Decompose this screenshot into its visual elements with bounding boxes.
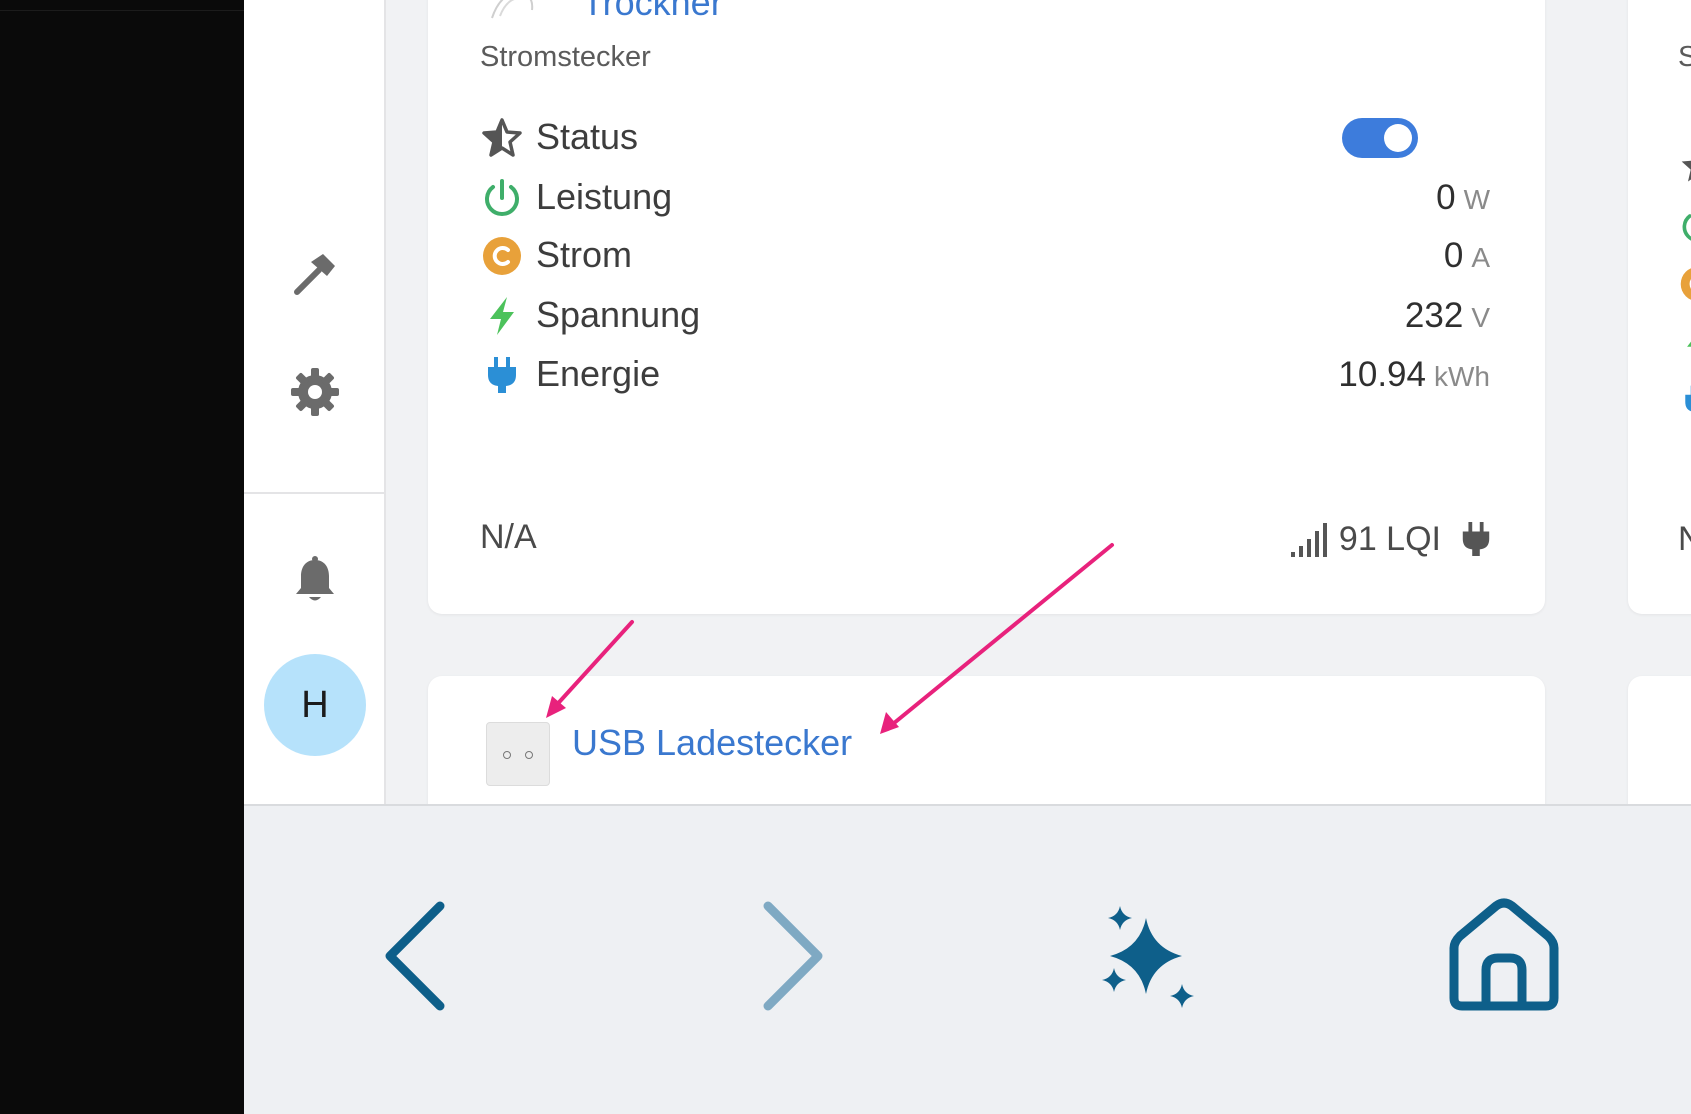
- current-c-icon: [1678, 264, 1691, 304]
- forward-button[interactable]: [718, 886, 858, 1026]
- strom-row: Strom 0A: [480, 228, 1490, 284]
- leistung-label: Leistung: [536, 176, 673, 217]
- left-black-border: [0, 0, 244, 1114]
- power-source-plug-icon: [1462, 522, 1490, 556]
- star-outline-icon: [480, 116, 524, 160]
- socket-dot: [525, 751, 533, 759]
- energie-row: Energie 10.94 kWh: [480, 347, 1490, 403]
- usb-device-name-link[interactable]: USB Ladestecker: [572, 722, 852, 764]
- peek-last-seen: N/: [1678, 520, 1691, 558]
- plug-icon: [480, 353, 524, 397]
- status-toggle[interactable]: [1342, 118, 1418, 158]
- chevron-left-icon: [385, 901, 445, 1011]
- bell-icon[interactable]: [287, 552, 343, 608]
- link-quality: 91 LQI: [1289, 518, 1493, 560]
- spannung-number: 232: [1404, 296, 1464, 335]
- last-seen-text: N/A: [480, 518, 537, 556]
- chevron-right-icon: [763, 901, 823, 1011]
- device-name-link[interactable]: Trockner: [582, 0, 723, 24]
- leistung-row: Leistung 0W: [480, 170, 1490, 226]
- signal-bars-icon: [1290, 523, 1327, 557]
- lightning-icon: [480, 294, 524, 338]
- leistung-unit: W: [1463, 184, 1490, 215]
- avatar-initial: H: [301, 683, 329, 726]
- energie-number: 10.94: [1338, 355, 1426, 394]
- socket-dot: [503, 751, 511, 759]
- leistung-number: 0: [1436, 178, 1456, 217]
- power-icon: [480, 176, 524, 220]
- lightning-icon: [1678, 324, 1691, 364]
- leistung-value: 0W: [1436, 178, 1490, 218]
- energie-unit: kWh: [1434, 361, 1490, 392]
- device-subtitle: Stromstecker: [480, 41, 651, 73]
- spannung-row: Spannung 232 V: [480, 288, 1490, 344]
- energie-value: 10.94 kWh: [1338, 355, 1490, 395]
- sparkles-icon: [1102, 906, 1194, 1008]
- toggle-knob: [1384, 124, 1412, 152]
- strom-label: Strom: [536, 234, 633, 275]
- peek-subtitle: Str: [1678, 41, 1691, 73]
- device-grid: Trockner Stromstecker Status Leistung 0W: [386, 0, 1691, 876]
- gear-icon[interactable]: [287, 364, 343, 420]
- home-icon: [1449, 898, 1559, 1011]
- device-card: Trockner Stromstecker Status Leistung 0W: [428, 0, 1545, 614]
- divider: [0, 10, 244, 11]
- usb-device-image: [486, 722, 550, 786]
- device-image: [488, 0, 538, 20]
- browser-nav-bar: [244, 804, 1691, 1114]
- hammer-icon[interactable]: [287, 246, 343, 302]
- spannung-value: 232 V: [1405, 296, 1490, 336]
- spannung-unit: V: [1471, 302, 1490, 333]
- energie-label: Energie: [536, 353, 661, 394]
- star-outline-icon: [1678, 146, 1691, 186]
- sidebar: H: [244, 0, 386, 804]
- avatar[interactable]: H: [264, 654, 366, 756]
- sparkle-button[interactable]: [1074, 886, 1214, 1026]
- sidebar-divider: [244, 492, 384, 494]
- plug-icon: [1678, 382, 1691, 422]
- app-screen: H Trockner Stromstecker Status Leistung: [244, 0, 1691, 1114]
- strom-number: 0: [1443, 236, 1464, 275]
- back-button[interactable]: [350, 886, 490, 1026]
- status-label: Status: [536, 116, 639, 157]
- home-button[interactable]: [1434, 886, 1574, 1026]
- spannung-label: Spannung: [536, 294, 701, 335]
- strom-value: 0A: [1444, 236, 1490, 276]
- current-c-icon: [480, 234, 524, 278]
- power-icon: [1678, 206, 1691, 246]
- device-card-peek: Str N/: [1628, 0, 1691, 614]
- status-row: Status: [480, 110, 1490, 166]
- lqi-value: 91 LQI: [1338, 519, 1441, 558]
- strom-unit: A: [1471, 242, 1490, 273]
